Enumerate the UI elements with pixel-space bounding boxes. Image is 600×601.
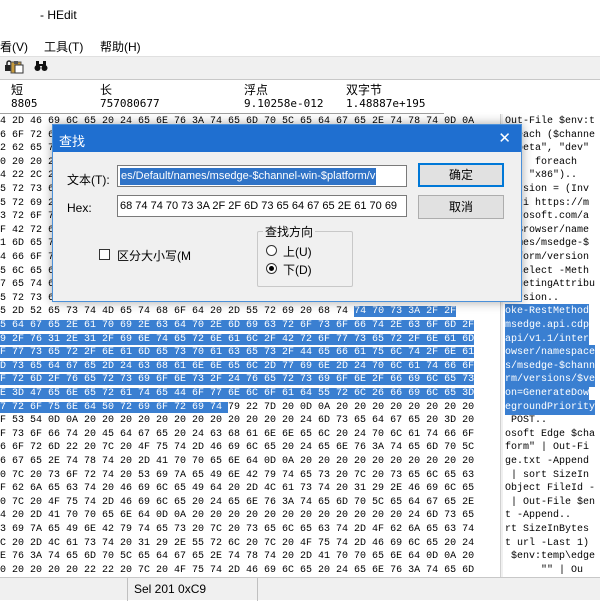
ok-button[interactable]: 确定	[418, 163, 504, 187]
find-text-input[interactable]: es/Default/names/msedge-$channel-win-$pl…	[117, 165, 407, 187]
dialog-title: 查找	[59, 134, 86, 149]
inspector-value-float: 9.10258e-012	[244, 97, 324, 110]
binoculars-find-icon[interactable]	[32, 60, 50, 77]
toolbar	[0, 56, 600, 80]
title-bar: - HEdit	[0, 0, 600, 30]
paste-icon[interactable]	[8, 60, 26, 77]
hex-row[interactable]: 0 20 20 20 20 22 22 20 7C 20 4F 75 74 2D…	[0, 563, 600, 577]
match-case-checkbox[interactable]	[99, 249, 110, 260]
menu-bar: 看(V) 工具(T) 帮助(H)	[0, 30, 600, 56]
inspector-header-double: 双字节	[346, 83, 383, 97]
close-icon[interactable]: ✕	[498, 129, 511, 147]
window-title: - HEdit	[40, 8, 77, 22]
inspector-header-float: 浮点	[244, 83, 269, 97]
inspector-header-short: 短	[11, 83, 24, 97]
data-inspector: 短 长 浮点 双字节 8805 757080677 9.10258e-012 1…	[0, 80, 444, 114]
find-dialog: 查找 ✕ 文本(T): es/Default/names/msedge-$cha…	[52, 124, 522, 302]
direction-down-radio[interactable]	[266, 263, 277, 274]
cancel-button[interactable]: 取消	[418, 195, 504, 219]
hex-label: Hex:	[67, 201, 92, 215]
direction-up-label: 上(U)	[283, 245, 312, 259]
find-hex-input[interactable]: 68 74 74 70 73 3A 2F 2F 6D 73 65 64 67 6…	[117, 195, 407, 217]
dialog-title-bar[interactable]: 查找 ✕	[53, 125, 521, 152]
ascii-text[interactable]: "" | Ou	[505, 563, 583, 577]
inspector-value-long: 757080677	[100, 97, 160, 110]
status-selection: Sel 201 0xC9	[128, 578, 258, 601]
hex-bytes[interactable]: 0 20 20 20 20 22 22 20 7C 20 4F 75 74 2D…	[0, 563, 474, 577]
find-hex-value: 68 74 74 70 73 3A 2F 2F 6D 73 65 64 67 6…	[120, 200, 398, 212]
status-bar: Sel 201 0xC9	[0, 577, 600, 601]
menu-help[interactable]: 帮助(H)	[100, 38, 141, 55]
text-label: 文本(T):	[67, 173, 110, 187]
direction-up-radio[interactable]	[266, 245, 277, 256]
status-left	[0, 578, 128, 601]
inspector-header-long: 长	[100, 83, 113, 97]
inspector-value-double: 1.48887e+195	[346, 97, 426, 110]
find-text-value: es/Default/names/msedge-$channel-win-$pl…	[120, 168, 377, 185]
direction-title: 查找方向	[263, 223, 316, 240]
menu-tools[interactable]: 工具(T)	[44, 38, 83, 55]
inspector-value-short: 8805	[11, 97, 38, 110]
direction-down-label: 下(D)	[283, 263, 312, 277]
menu-view[interactable]: 看(V)	[0, 38, 28, 55]
match-case-label: 区分大小写(M	[117, 249, 191, 263]
